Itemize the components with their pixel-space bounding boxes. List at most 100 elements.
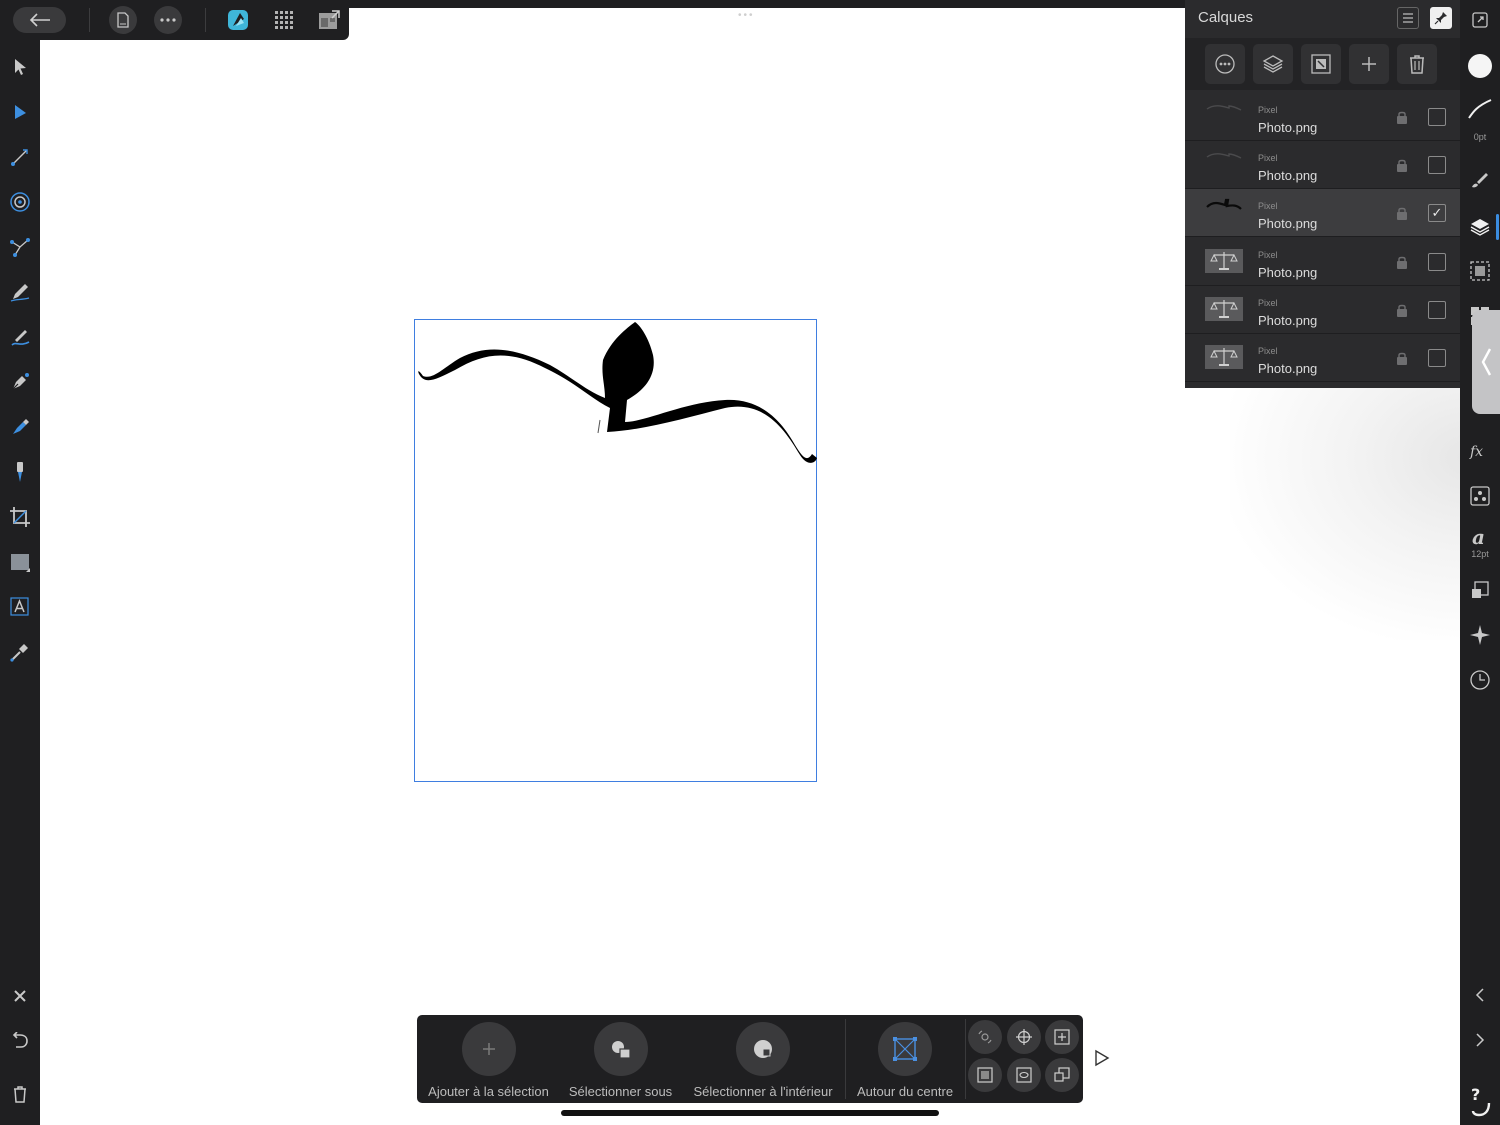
- select-under-button[interactable]: Sélectionner sous: [563, 1015, 678, 1103]
- undo-icon[interactable]: [6, 1027, 34, 1055]
- around-center-button[interactable]: Autour du centre: [851, 1015, 959, 1103]
- export-persona-icon[interactable]: [317, 8, 341, 32]
- tools-panel: [0, 40, 40, 1125]
- delete-layer-icon[interactable]: [1397, 44, 1437, 84]
- vector-brush-icon[interactable]: [6, 323, 34, 351]
- rotation-center-icon[interactable]: [968, 1020, 1002, 1054]
- gradient-tool-icon[interactable]: [6, 143, 34, 171]
- layer-name-label: Photo.png: [1258, 265, 1318, 280]
- layer-name-label: Photo.png: [1258, 168, 1318, 183]
- context-toolbar: Ajouter à la sélection Sélectionner sous…: [417, 1015, 1083, 1103]
- layer-name-label: Photo.png: [1258, 120, 1318, 135]
- help-icon[interactable]: ?: [1466, 1083, 1494, 1119]
- panel-grab-handle[interactable]: •••: [738, 10, 755, 21]
- history-icon[interactable]: [1466, 666, 1494, 694]
- view-bounds-icon[interactable]: [1007, 1058, 1041, 1092]
- chevron-right-icon[interactable]: [1466, 1026, 1494, 1054]
- layer-type-label: Pixel: [1258, 153, 1278, 163]
- lock-icon[interactable]: [1396, 255, 1408, 269]
- layer-visibility-checkbox[interactable]: [1428, 156, 1446, 174]
- select-inside-icon: [736, 1022, 790, 1076]
- color-picker-icon[interactable]: [6, 638, 34, 666]
- plus-icon: [461, 1022, 516, 1076]
- lock-icon[interactable]: [1396, 158, 1408, 172]
- layer-row[interactable]: Pixel Photo.png: [1185, 238, 1460, 286]
- svg-text:a: a: [1472, 525, 1485, 547]
- select-under-icon: [593, 1022, 648, 1076]
- play-icon[interactable]: [1093, 1048, 1111, 1068]
- vector-crop-icon[interactable]: [6, 233, 34, 261]
- color-icon[interactable]: [1466, 52, 1494, 80]
- document-icon[interactable]: [109, 6, 137, 34]
- layers-panel: Calques Pixel Photo.png Pixel Photo.png: [1185, 0, 1460, 388]
- target-icon[interactable]: [1007, 1020, 1041, 1054]
- place-image-icon[interactable]: [6, 458, 34, 486]
- brushes-icon[interactable]: [1466, 165, 1494, 193]
- arrow-left-icon[interactable]: [13, 7, 66, 33]
- mask-icon[interactable]: [1301, 44, 1341, 84]
- rectangle-tool-icon[interactable]: [6, 548, 34, 576]
- text-styles-icon[interactable]: a: [1466, 522, 1494, 550]
- select-under-label: Sélectionner sous: [568, 1084, 673, 1099]
- lock-icon[interactable]: [1396, 110, 1408, 124]
- layer-visibility-checkbox[interactable]: [1428, 301, 1446, 319]
- layers-icon[interactable]: [1466, 213, 1494, 241]
- panel-menu-icon[interactable]: [1397, 7, 1419, 29]
- active-studio-indicator: [1496, 214, 1499, 240]
- layer-type-label: Pixel: [1258, 201, 1278, 211]
- close-icon[interactable]: [6, 982, 34, 1010]
- panel-title: Calques: [1198, 9, 1254, 26]
- context-divider: [965, 1019, 966, 1099]
- fill-tool-icon[interactable]: [6, 413, 34, 441]
- artboard[interactable]: [414, 319, 817, 782]
- pen-tool-icon[interactable]: [6, 368, 34, 396]
- layer-visibility-checkbox[interactable]: [1428, 108, 1446, 126]
- transparency-tool-icon[interactable]: [6, 188, 34, 216]
- ellipsis-icon[interactable]: [154, 6, 182, 34]
- layer-visibility-checkbox[interactable]: [1428, 253, 1446, 271]
- lock-icon[interactable]: [1396, 206, 1408, 220]
- pin-icon[interactable]: [1430, 7, 1452, 29]
- layer-row[interactable]: Pixel Photo.png: [1185, 334, 1460, 382]
- layer-row[interactable]: Pixel Photo.png: [1185, 286, 1460, 334]
- lock-icon[interactable]: [1396, 351, 1408, 365]
- transform-icon[interactable]: [1466, 576, 1494, 604]
- arrange-icon[interactable]: [1045, 1058, 1079, 1092]
- select-inside-button[interactable]: Sélectionner à l'intérieur: [689, 1015, 837, 1103]
- fx-icon[interactable]: fx: [1466, 437, 1494, 465]
- selection-icon[interactable]: [1466, 257, 1494, 285]
- expand-icon[interactable]: [1466, 6, 1494, 34]
- layer-row[interactable]: Pixel Photo.png: [1185, 141, 1460, 189]
- layer-row[interactable]: Pixel Photo.png ✓: [1185, 189, 1460, 237]
- layer-visibility-checkbox[interactable]: [1428, 349, 1446, 367]
- add-layer-icon[interactable]: [1349, 44, 1389, 84]
- layer-thumbnail: [1205, 101, 1243, 131]
- layer-visibility-checkbox[interactable]: ✓: [1428, 204, 1446, 222]
- layer-type-label: Pixel: [1258, 105, 1278, 115]
- layer-stack-icon[interactable]: [1253, 44, 1293, 84]
- layer-row[interactable]: Pixel Photo.png: [1185, 93, 1460, 141]
- text-tool-icon[interactable]: [6, 593, 34, 621]
- panel-collapse-tab[interactable]: [1472, 310, 1500, 414]
- around-center-icon: [878, 1022, 932, 1076]
- stroke-icon[interactable]: [1466, 95, 1494, 123]
- fit-bounds-icon[interactable]: [968, 1058, 1002, 1092]
- pixel-persona-icon[interactable]: [272, 8, 296, 32]
- around-center-label: Autour du centre: [856, 1084, 954, 1099]
- move-tool-icon[interactable]: [6, 53, 34, 81]
- layer-thumbnail: [1205, 246, 1243, 276]
- blend-options-icon[interactable]: [1205, 44, 1245, 84]
- navigator-icon[interactable]: [1466, 621, 1494, 649]
- layer-thumbnail: [1205, 197, 1243, 227]
- adjustments-icon[interactable]: [1466, 482, 1494, 510]
- brush-stroke[interactable]: [415, 320, 818, 783]
- chevron-left-icon[interactable]: [1466, 981, 1494, 1009]
- crop-tool-icon[interactable]: [6, 503, 34, 531]
- add-to-selection-button[interactable]: Ajouter à la sélection: [428, 1015, 549, 1103]
- expand-bounds-icon[interactable]: [1045, 1020, 1079, 1054]
- pencil-tool-icon[interactable]: [6, 278, 34, 306]
- trash-icon[interactable]: [6, 1080, 34, 1108]
- lock-icon[interactable]: [1396, 303, 1408, 317]
- designer-persona-icon[interactable]: [226, 8, 250, 32]
- node-tool-icon[interactable]: [6, 98, 34, 126]
